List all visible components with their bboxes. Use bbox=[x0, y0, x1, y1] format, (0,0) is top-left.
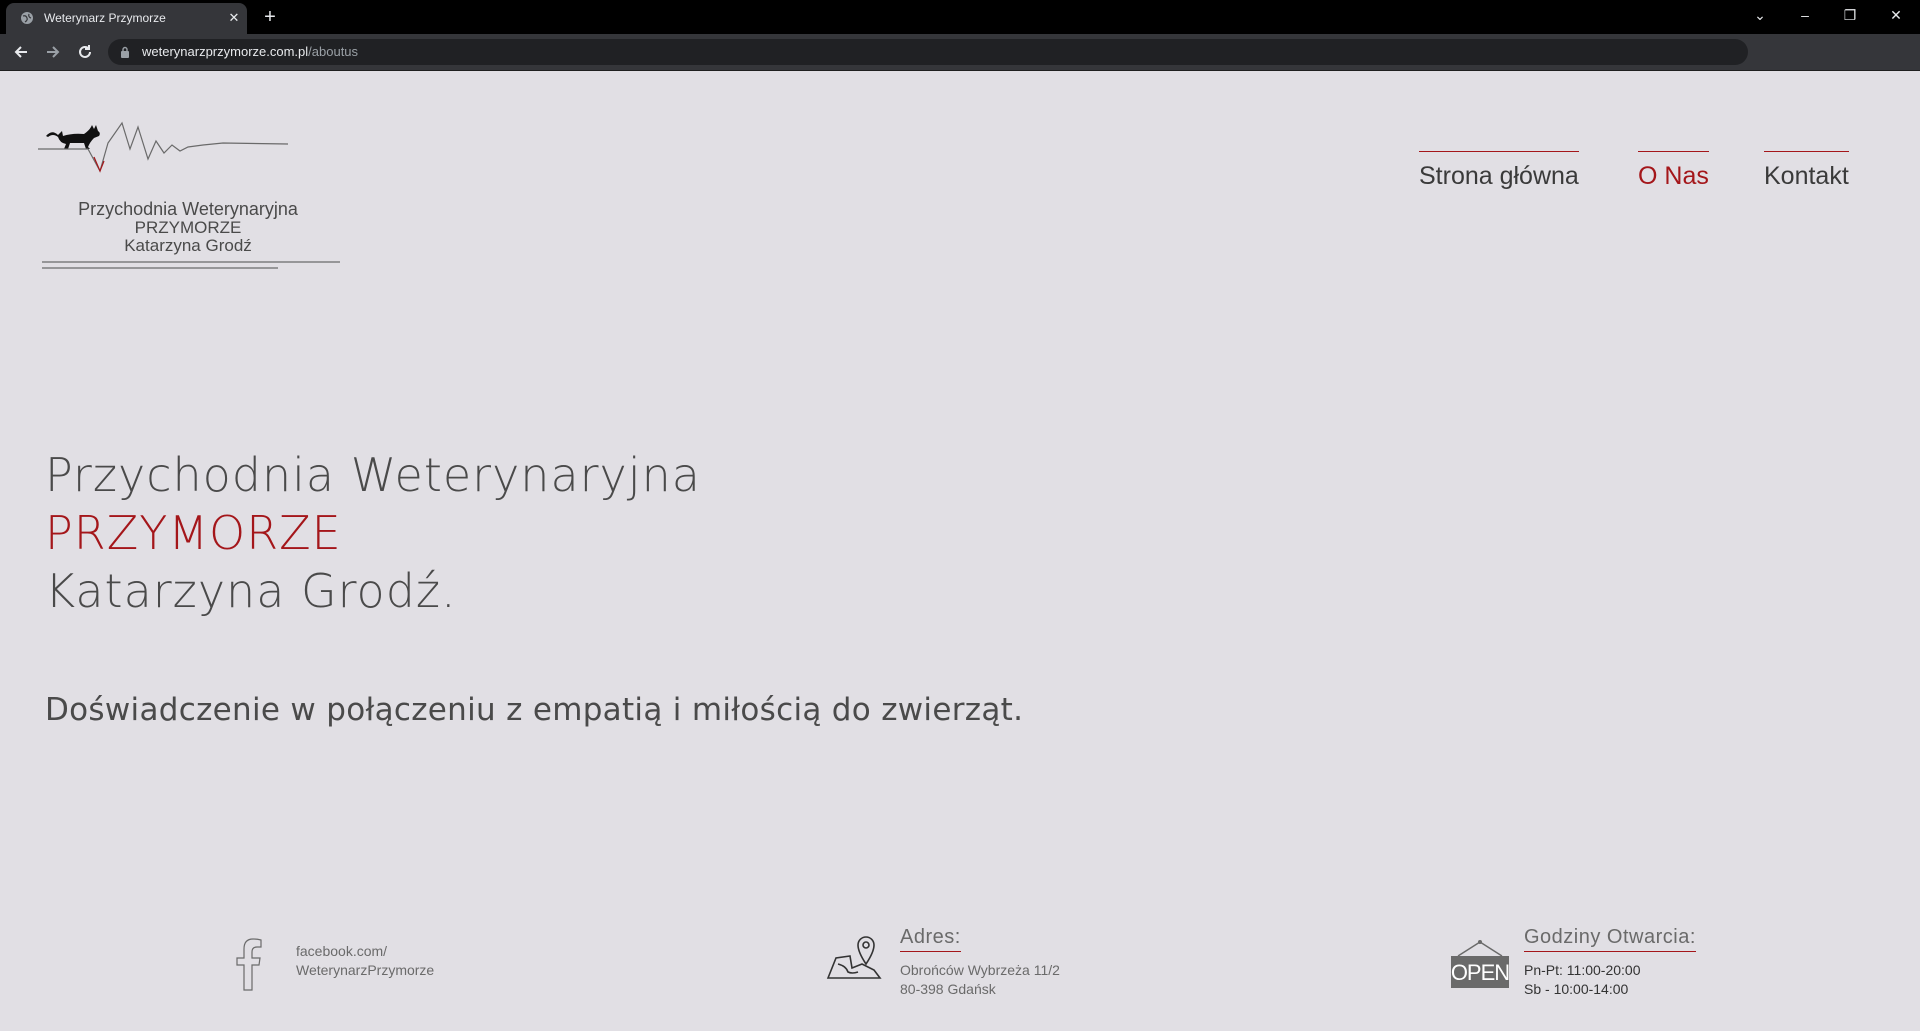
hero-tagline: Doświadczenie w połączeniu z empatią i m… bbox=[45, 692, 1024, 728]
nav-link-about[interactable]: O Nas bbox=[1638, 151, 1709, 191]
reload-icon[interactable] bbox=[75, 42, 95, 62]
nav-link-home[interactable]: Strona główna bbox=[1419, 151, 1579, 191]
browser-tab-bar: Weterynarz Przymorze ✕ + ⌄ – ❐ ✕ bbox=[0, 0, 1920, 34]
browser-toolbar: weterynarzprzymorze.com.pl/aboutus bbox=[0, 34, 1920, 71]
restore-icon[interactable]: ❐ bbox=[1828, 0, 1872, 30]
nav-item-about[interactable]: O Nas bbox=[1638, 151, 1709, 195]
back-icon[interactable] bbox=[11, 42, 31, 62]
address-line-1: Obrońców Wybrzeża 11/2 bbox=[900, 962, 1060, 978]
nav-item-home[interactable]: Strona główna bbox=[1419, 151, 1579, 195]
open-sign-icon: OPEN bbox=[1450, 938, 1510, 988]
hours-line-2: Sb - 10:00-14:00 bbox=[1524, 981, 1629, 997]
address-text: Obrońców Wybrzeża 11/2 80-398 Gdańsk bbox=[900, 961, 1060, 999]
hours-text: Pn-Pt: 11:00-20:00 Sb - 10:00-14:00 bbox=[1524, 961, 1640, 999]
url-path: /aboutus bbox=[308, 44, 359, 59]
lock-icon[interactable] bbox=[120, 46, 130, 58]
address-heading: Adres: bbox=[900, 926, 961, 952]
facebook-link[interactable]: facebook.com/ WeterynarzPrzymorze bbox=[296, 942, 434, 980]
browser-tab[interactable]: Weterynarz Przymorze ✕ bbox=[6, 3, 247, 34]
logo-line-1: Przychodnia Weterynaryjna bbox=[78, 199, 298, 219]
logo-line-2: PRZYMORZE bbox=[134, 218, 242, 237]
address-line-2: 80-398 Gdańsk bbox=[900, 981, 996, 997]
tab-title: Weterynarz Przymorze bbox=[44, 11, 166, 25]
clinic-logo[interactable]: Przychodnia Weterynaryjna PRZYMORZE Kata… bbox=[38, 109, 348, 269]
hours-heading: Godziny Otwarcia: bbox=[1524, 926, 1696, 952]
facebook-icon[interactable] bbox=[232, 937, 266, 991]
logo-line-3: Katarzyna Grodź bbox=[124, 236, 252, 255]
hero-line-3: Katarzyna Grodź. bbox=[45, 564, 457, 618]
facebook-line-1: facebook.com/ bbox=[296, 943, 388, 959]
hero-heading: Przychodnia Weterynaryjna PRZYMORZE Kata… bbox=[45, 446, 701, 620]
open-sign-text: OPEN bbox=[1450, 960, 1510, 985]
map-pin-icon bbox=[826, 936, 882, 979]
url-host: weterynarzprzymorze.com.pl bbox=[142, 44, 309, 59]
facebook-line-2: WeterynarzPrzymorze bbox=[296, 962, 435, 978]
address-bar[interactable]: weterynarzprzymorze.com.pl/aboutus bbox=[108, 39, 1748, 65]
page: Przychodnia Weterynaryjna PRZYMORZE Kata… bbox=[0, 71, 1920, 1031]
forward-icon[interactable] bbox=[43, 42, 63, 62]
close-icon[interactable]: ✕ bbox=[226, 10, 242, 26]
hero-line-1: Przychodnia Weterynaryjna bbox=[45, 448, 701, 502]
hero-line-2: PRZYMORZE bbox=[45, 506, 342, 560]
chevron-down-icon[interactable]: ⌄ bbox=[1738, 0, 1782, 30]
hours-line-1: Pn-Pt: 11:00-20:00 bbox=[1524, 962, 1641, 978]
globe-icon bbox=[21, 12, 33, 24]
nav-item-contact[interactable]: Kontakt bbox=[1764, 151, 1849, 195]
close-window-icon[interactable]: ✕ bbox=[1874, 0, 1918, 30]
plus-icon[interactable]: + bbox=[260, 7, 280, 27]
minimize-icon[interactable]: – bbox=[1783, 0, 1827, 30]
nav-link-contact[interactable]: Kontakt bbox=[1764, 151, 1849, 191]
url-text: weterynarzprzymorze.com.pl/aboutus bbox=[142, 44, 358, 59]
